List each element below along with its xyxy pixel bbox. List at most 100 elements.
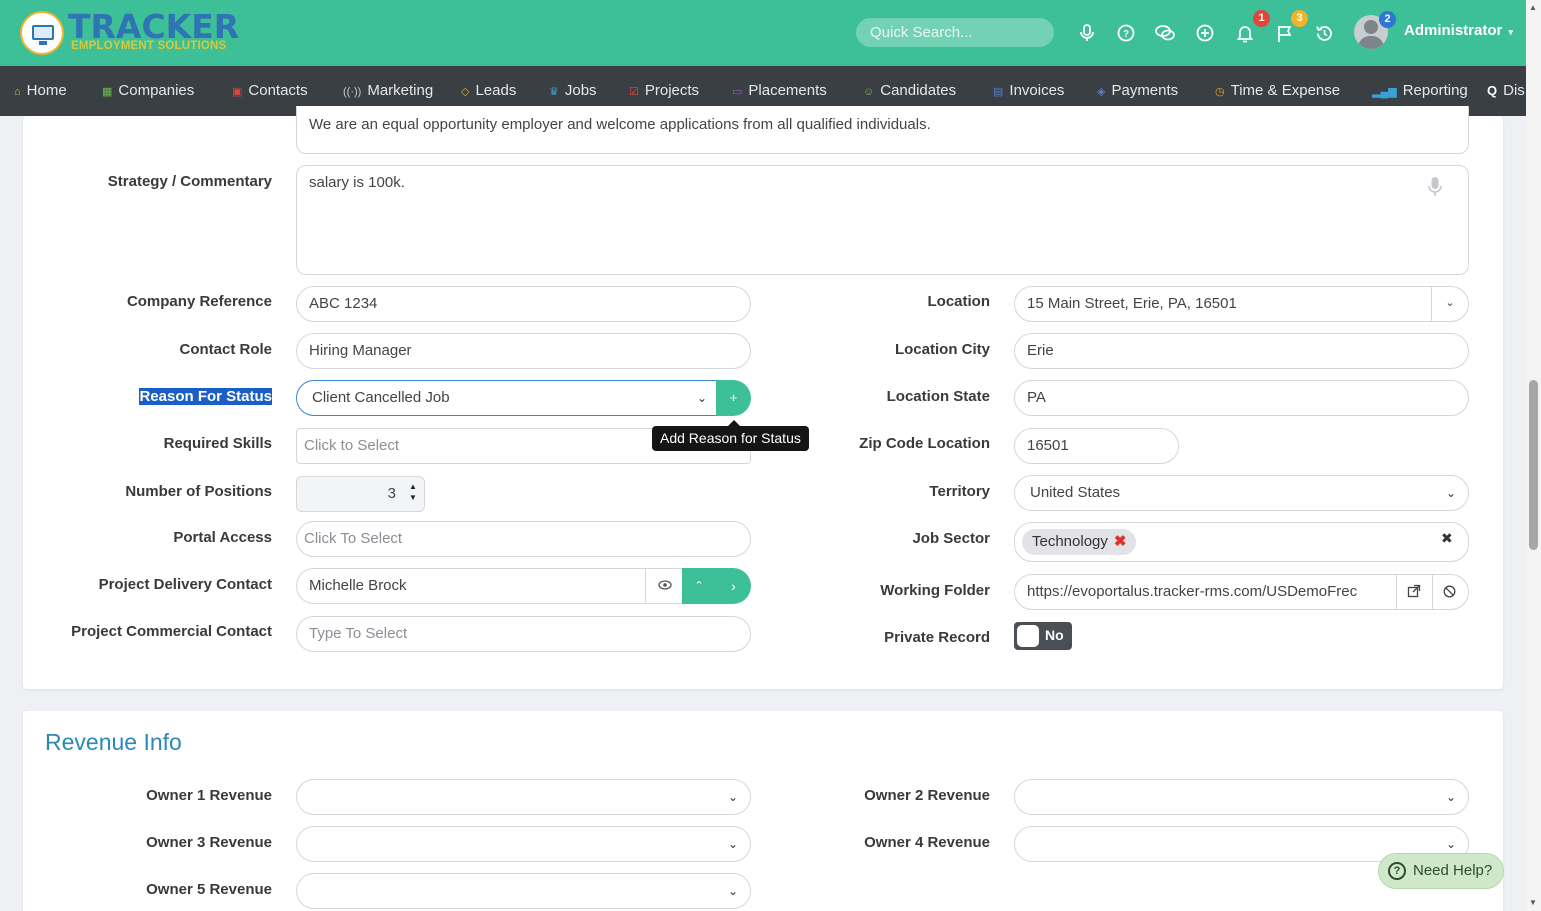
help-circle-icon[interactable]: ? (1116, 24, 1136, 44)
eye-icon[interactable] (645, 568, 683, 604)
strategy-textarea[interactable]: salary is 100k. (296, 165, 1469, 275)
nav-reporting[interactable]: ▂▄▆ Reporting (1372, 81, 1468, 101)
territory-value: United States (1030, 484, 1121, 501)
user-menu[interactable]: Administrator ▾ (1404, 22, 1513, 39)
nav-candidates[interactable]: ☺ Candidates (863, 81, 956, 101)
working-folder-input[interactable]: https://evoportalus.tracker-rms.com/USDe… (1014, 574, 1397, 610)
external-link-icon[interactable] (1407, 584, 1421, 603)
job-sector-tag[interactable]: Technology ✖ (1022, 529, 1137, 555)
revenue-section-title: Revenue Info (45, 729, 182, 755)
private-record-label: Private Record (884, 629, 990, 646)
location-state-label: Location State (886, 388, 990, 405)
nav-invoices[interactable]: ▤ Invoices (993, 81, 1064, 101)
company-reference-label: Company Reference (126, 293, 272, 310)
nav-leads[interactable]: ◇ Leads (461, 81, 516, 101)
remove-tag-icon[interactable]: ✖ (1114, 533, 1127, 550)
flag-icon[interactable] (1275, 24, 1295, 44)
nav-discover[interactable]: Q Dis (1487, 81, 1525, 101)
contact-role-label: Contact Role (179, 341, 272, 358)
owner2-select[interactable]: ⌄ (1014, 779, 1469, 815)
chevron-right-icon[interactable]: › (716, 568, 751, 604)
scroll-up-icon[interactable]: ▲ (1529, 3, 1537, 12)
eeo-statement-text: We are an equal opportunity employer and… (309, 116, 931, 133)
nav-companies[interactable]: ▦ Companies (102, 81, 194, 101)
chevron-up-icon[interactable]: ⌃ (682, 568, 716, 604)
chevron-down-icon: ⌄ (727, 837, 738, 851)
tracker-logo[interactable]: TRACKER EMPLOYMENT SOLUTIONS (20, 9, 239, 56)
portal-access-label: Portal Access (173, 529, 272, 546)
need-help-button[interactable]: ? Need Help? (1378, 853, 1504, 889)
microphone-icon[interactable] (1077, 24, 1097, 44)
person-icon: ☺ (863, 86, 875, 98)
territory-select[interactable]: United States ⌄ (1014, 475, 1469, 511)
owner2-label: Owner 2 Revenue (864, 787, 990, 804)
chevron-down-icon: ⌄ (727, 790, 738, 804)
history-icon[interactable] (1314, 24, 1334, 44)
chevron-down-icon: ⌄ (696, 391, 707, 405)
private-record-value: No (1045, 627, 1064, 643)
flags-badge: 3 (1291, 10, 1308, 27)
private-record-toggle[interactable]: No (1014, 622, 1072, 650)
nav-placements[interactable]: ▭ Placements (732, 81, 827, 101)
owner1-select[interactable]: ⌄ (296, 779, 751, 815)
scrollbar-thumb[interactable] (1529, 380, 1538, 550)
nav-contacts[interactable]: ▣ Contacts (232, 81, 308, 101)
svg-text:?: ? (1123, 29, 1129, 40)
add-reason-tooltip: Add Reason for Status (652, 426, 809, 451)
owner3-label: Owner 3 Revenue (146, 834, 272, 851)
notifications-badge: 1 (1253, 10, 1270, 27)
scroll-down-icon[interactable]: ▼ (1529, 898, 1537, 907)
microphone-icon[interactable] (1427, 176, 1443, 203)
contact-role-input[interactable]: Hiring Manager (296, 333, 751, 369)
owner1-label: Owner 1 Revenue (146, 787, 272, 804)
document-icon: ▤ (993, 86, 1004, 98)
delivery-contact-label: Project Delivery Contact (98, 576, 272, 593)
zip-label: Zip Code Location (859, 435, 990, 452)
positions-stepper[interactable]: 3 (296, 476, 425, 512)
location-city-input[interactable]: Erie (1014, 333, 1469, 369)
top-header: TRACKER EMPLOYMENT SOLUTIONS Quick Searc… (0, 0, 1526, 66)
strategy-label: Strategy / Commentary (107, 173, 272, 190)
location-state-input[interactable]: PA (1014, 380, 1469, 416)
clear-icon[interactable]: ✖ (1441, 530, 1453, 547)
owner5-select[interactable]: ⌄ (296, 873, 751, 909)
commercial-contact-label: Project Commercial Contact (71, 623, 272, 640)
reason-for-status-label: Reason For Status (139, 388, 272, 405)
location-input[interactable]: 15 Main Street, Erie, PA, 16501 (1014, 286, 1469, 322)
working-folder-label: Working Folder (880, 582, 990, 599)
reason-for-status-select[interactable]: Client Cancelled Job ⌄ (296, 380, 720, 416)
chat-icon[interactable] (1155, 24, 1175, 44)
avatar-badge: 2 (1379, 11, 1396, 28)
zip-input[interactable]: 16501 (1014, 428, 1179, 464)
nav-payments[interactable]: ◈ Payments (1097, 81, 1178, 101)
nav-marketing[interactable]: ((·)) Marketing (343, 81, 433, 101)
bell-icon[interactable] (1235, 24, 1255, 44)
company-reference-input[interactable]: ABC 1234 (296, 286, 751, 322)
chevron-down-icon[interactable]: ⌄ (1431, 287, 1468, 321)
question-icon: ? (1388, 862, 1406, 880)
portal-access-input[interactable]: Click To Select (296, 521, 751, 557)
owner3-select[interactable]: ⌄ (296, 826, 751, 862)
quick-search-input[interactable]: Quick Search... (856, 18, 1054, 47)
owner5-label: Owner 5 Revenue (146, 881, 272, 898)
strategy-text: salary is 100k. (309, 174, 405, 191)
home-icon: ⌂ (14, 86, 21, 98)
block-icon[interactable] (1443, 585, 1456, 603)
broadcast-icon: ((·)) (343, 86, 362, 98)
nav-time-expense[interactable]: ◷ Time & Expense (1215, 81, 1340, 101)
territory-label: Territory (929, 483, 990, 500)
briefcase-icon: ▭ (732, 86, 743, 98)
chevron-down-icon: ⌄ (727, 884, 738, 898)
add-circle-icon[interactable] (1195, 24, 1215, 44)
nav-projects[interactable]: ☑ Projects (629, 81, 699, 101)
delivery-contact-input[interactable]: Michelle Brock (296, 568, 686, 604)
nav-home[interactable]: ⌂ Home (14, 81, 67, 101)
add-reason-button[interactable]: + (716, 380, 751, 416)
job-sector-label: Job Sector (912, 530, 990, 547)
eeo-statement-textarea[interactable]: We are an equal opportunity employer and… (296, 106, 1469, 154)
owner4-label: Owner 4 Revenue (864, 834, 990, 851)
commercial-contact-input[interactable]: Type To Select (296, 616, 751, 652)
nav-jobs[interactable]: ♛ Jobs (549, 81, 597, 101)
contact-card-icon: ▣ (232, 86, 243, 98)
stepper-arrows-icon[interactable]: ▲ ▼ (409, 481, 417, 503)
